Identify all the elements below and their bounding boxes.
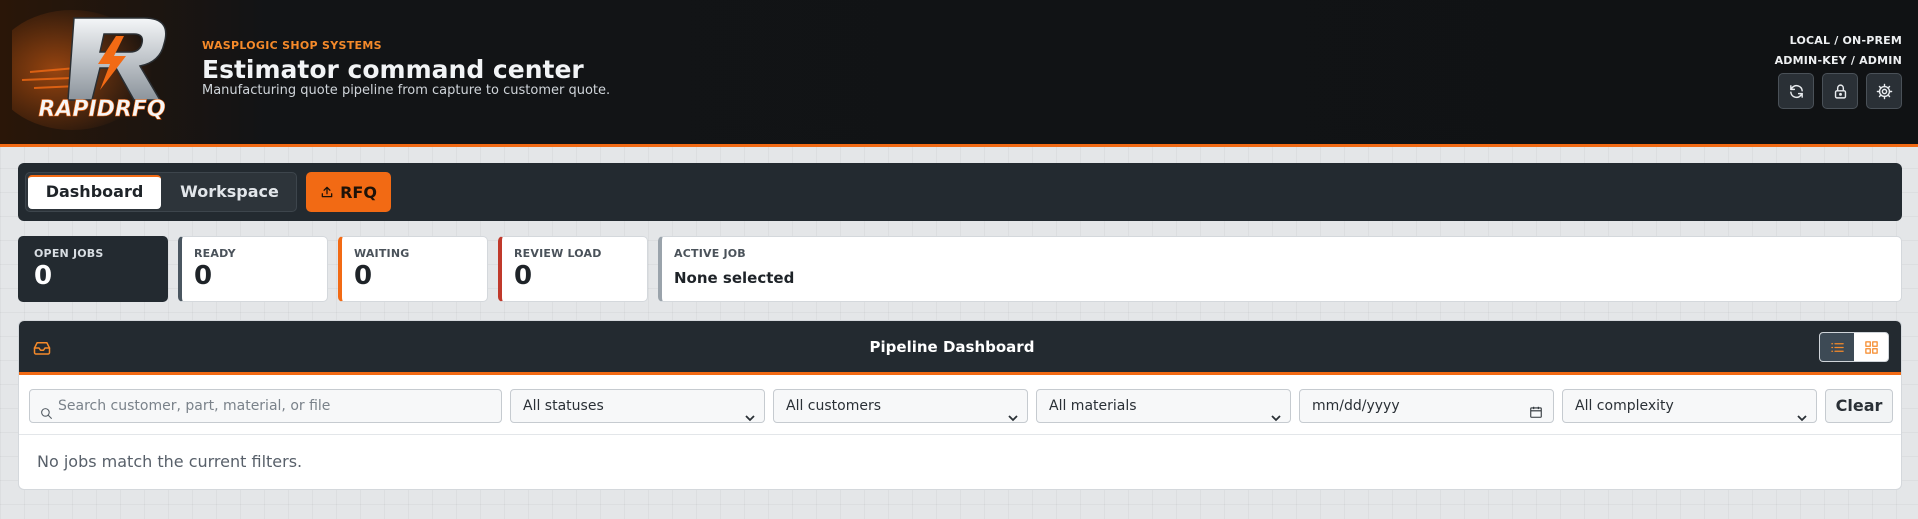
page-title: Estimator command center <box>202 55 584 84</box>
rapidrfq-logo: RAPIDRFQ <box>0 10 192 130</box>
settings-button[interactable] <box>1866 73 1902 109</box>
pipeline-header: Pipeline Dashboard <box>19 321 1901 375</box>
header-actions <box>1778 73 1902 109</box>
pipeline-panel: Pipeline Dashboard Search customer, part… <box>18 320 1902 490</box>
stat-value: None selected <box>674 269 795 287</box>
app-header: RAPIDRFQ WASPLOGIC SHOP SYSTEMS Estimato… <box>0 0 1918 147</box>
tab-workspace[interactable]: Workspace <box>163 175 296 209</box>
grid-icon <box>1864 340 1878 354</box>
search-placeholder: Search customer, part, material, or file <box>58 398 331 414</box>
customer-select[interactable]: All customers <box>773 389 1028 423</box>
stat-label: ACTIVE JOB <box>674 247 746 260</box>
gear-icon <box>1876 83 1892 99</box>
lock-button[interactable] <box>1822 73 1858 109</box>
calendar-icon[interactable] <box>1529 399 1543 418</box>
stat-waiting: WAITING 0 <box>338 236 488 302</box>
chevron-down-icon <box>745 402 755 422</box>
pipeline-title: Pipeline Dashboard <box>869 338 1035 356</box>
status-select-value: All statuses <box>523 398 604 414</box>
complexity-select[interactable]: All complexity <box>1562 389 1817 423</box>
stat-label: WAITING <box>354 247 410 260</box>
clear-filters-button[interactable]: Clear <box>1825 389 1893 423</box>
user-label: ADMIN-KEY / ADMIN <box>1774 54 1902 67</box>
status-select[interactable]: All statuses <box>510 389 765 423</box>
chevron-down-icon <box>1008 402 1018 422</box>
material-select[interactable]: All materials <box>1036 389 1291 423</box>
chevron-down-icon <box>1271 402 1281 422</box>
deployment-label: LOCAL / ON-PREM <box>1789 34 1902 47</box>
stat-ready: READY 0 <box>178 236 328 302</box>
stat-value: 0 <box>194 261 213 291</box>
list-view-button[interactable] <box>1820 333 1854 361</box>
upload-rfq-button[interactable]: RFQ <box>306 172 391 212</box>
stat-value: 0 <box>354 261 373 291</box>
material-select-value: All materials <box>1049 398 1137 414</box>
refresh-icon <box>1789 84 1803 98</box>
customer-select-value: All customers <box>786 398 882 414</box>
search-input[interactable]: Search customer, part, material, or file <box>29 389 502 423</box>
stat-review-load: REVIEW LOAD 0 <box>498 236 648 302</box>
stat-active-job: ACTIVE JOB None selected <box>658 236 1902 302</box>
empty-state-message: No jobs match the current filters. <box>37 452 303 471</box>
stat-label: READY <box>194 247 236 260</box>
date-placeholder: mm/dd/yyyy <box>1312 398 1400 414</box>
complexity-select-value: All complexity <box>1575 398 1674 414</box>
session-info: LOCAL / ON-PREM ADMIN-KEY / ADMIN <box>1775 31 1902 71</box>
company-name: WASPLOGIC SHOP SYSTEMS <box>202 39 382 52</box>
view-tabs: Dashboard Workspace <box>25 172 297 212</box>
stat-open-jobs: OPEN JOBS 0 <box>18 236 168 302</box>
search-icon <box>40 400 53 419</box>
grid-view-button[interactable] <box>1854 333 1888 361</box>
divider <box>19 434 1901 435</box>
date-input[interactable]: mm/dd/yyyy <box>1299 389 1554 423</box>
page-subtitle: Manufacturing quote pipeline from captur… <box>202 83 611 98</box>
main-nav: Dashboard Workspace RFQ <box>18 163 1902 221</box>
upload-icon <box>321 186 333 198</box>
lock-icon <box>1834 83 1846 99</box>
view-mode-toggle <box>1819 332 1889 362</box>
stat-label: OPEN JOBS <box>34 247 104 260</box>
tab-dashboard[interactable]: Dashboard <box>28 175 161 209</box>
upload-rfq-label: RFQ <box>340 182 377 202</box>
stat-value: 0 <box>34 261 53 291</box>
stat-value: 0 <box>514 261 533 291</box>
chevron-down-icon <box>1797 402 1807 422</box>
stat-label: REVIEW LOAD <box>514 247 602 260</box>
logo-wordmark: RAPIDRFQ <box>38 97 165 122</box>
refresh-button[interactable] <box>1778 73 1814 109</box>
list-icon <box>1830 342 1844 352</box>
